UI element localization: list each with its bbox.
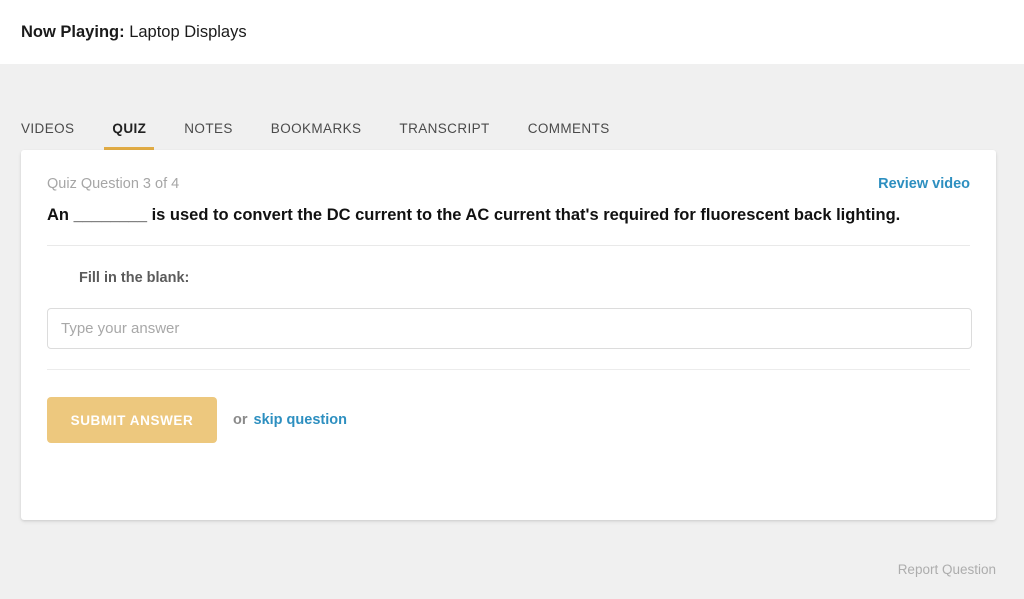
tab-notes[interactable]: NOTES bbox=[184, 121, 233, 150]
report-question-link[interactable]: Report Question bbox=[898, 562, 996, 577]
now-playing-title: Laptop Displays bbox=[129, 22, 247, 41]
actions-divider bbox=[47, 369, 970, 371]
quiz-card-content: Quiz Question 3 of 4 Review video An ___… bbox=[21, 150, 996, 444]
quiz-question-text: An ________ is used to convert the DC cu… bbox=[47, 206, 901, 224]
or-label: or bbox=[233, 412, 248, 429]
tab-quiz[interactable]: QUIZ bbox=[104, 121, 155, 150]
question-divider bbox=[47, 245, 970, 247]
quiz-card: Quiz Question 3 of 4 Review video An ___… bbox=[21, 150, 996, 520]
review-video-link[interactable]: Review video bbox=[878, 176, 970, 192]
tab-videos[interactable]: VIDEOS bbox=[21, 121, 74, 150]
tab-bookmarks[interactable]: BOOKMARKS bbox=[271, 121, 362, 150]
quiz-header-row: Quiz Question 3 of 4 Review video bbox=[47, 176, 970, 192]
tab-comments[interactable]: COMMENTS bbox=[528, 121, 610, 150]
now-playing-label: Now Playing: bbox=[21, 22, 125, 41]
answer-input[interactable] bbox=[47, 308, 972, 350]
fill-in-the-blank-label: Fill in the blank: bbox=[79, 270, 190, 287]
submit-answer-button[interactable]: SUBMIT ANSWER bbox=[47, 397, 217, 444]
top-header-bar: Now Playing: Laptop Displays bbox=[0, 0, 1024, 64]
tab-bar: VIDEOS QUIZ NOTES BOOKMARKS TRANSCRIPT C… bbox=[21, 105, 610, 150]
quiz-actions-row: SUBMIT ANSWER or skip question bbox=[47, 397, 970, 444]
skip-question-link[interactable]: skip question bbox=[254, 412, 347, 428]
quiz-question-counter: Quiz Question 3 of 4 bbox=[47, 176, 180, 192]
now-playing-banner: Now Playing: Laptop Displays bbox=[21, 24, 247, 41]
tab-transcript[interactable]: TRANSCRIPT bbox=[399, 121, 489, 150]
